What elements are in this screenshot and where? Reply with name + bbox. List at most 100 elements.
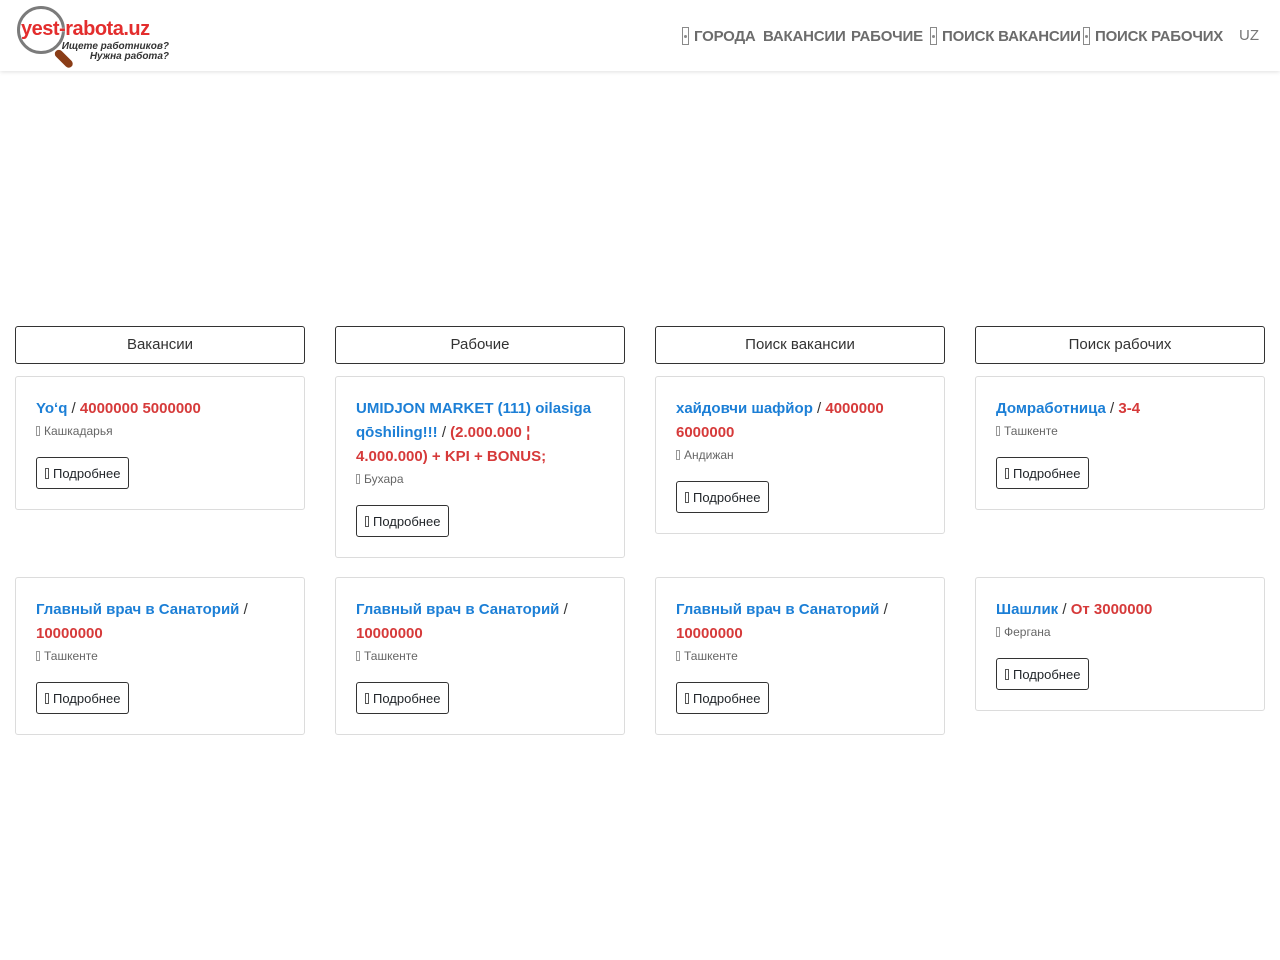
details-button-label: Подробнее [53, 690, 121, 706]
language-switch[interactable]: UZ [1239, 27, 1259, 44]
search-icon [1083, 27, 1090, 45]
listing-location: Ташкенте [996, 423, 1244, 439]
column-header-vacancies[interactable]: Вакансии [15, 326, 305, 364]
nav-cities[interactable]: Города [682, 27, 756, 45]
column-header-search-workers[interactable]: Поиск рабочих [975, 326, 1265, 364]
listing-title-link[interactable]: Главный врач в Санаторий [36, 601, 239, 618]
map-marker-icon [356, 651, 360, 661]
map-marker-icon [682, 27, 689, 45]
listing-card: UMIDJON MARKET (111) oilasiga qōshiling!… [335, 376, 625, 558]
details-button[interactable]: Подробнее [36, 682, 130, 714]
details-button[interactable]: Подробнее [356, 682, 450, 714]
column-search-workers: Поиск рабочих Домработница / 3-4 Ташкент… [975, 326, 1265, 711]
card-title: Главный врач в Санаторий / 10000000 [676, 598, 924, 646]
nav-search-workers[interactable]: Поиск рабочих [1083, 27, 1223, 45]
details-button-label: Подробнее [1013, 465, 1081, 481]
listing-title-link[interactable]: Yoʻq [36, 400, 67, 417]
listing-location: Ташкенте [676, 648, 924, 664]
map-marker-icon [36, 426, 40, 436]
location-label: Кашкадарья [44, 424, 113, 438]
map-marker-icon [996, 426, 1000, 436]
title-separator: / [879, 601, 888, 618]
card-title: хайдовчи шафйор / 4000000 6000000 [676, 397, 924, 445]
nav-search-vacancies[interactable]: Поиск вакансии [930, 27, 1081, 45]
listing-title-link[interactable]: Главный врач в Санаторий [676, 601, 879, 618]
column-header-search-vacancies[interactable]: Поиск вакансии [655, 326, 945, 364]
listing-location: Андижан [676, 447, 924, 463]
details-button[interactable]: Подробнее [996, 658, 1090, 690]
card-title: Главный врач в Санаторий / 10000000 [36, 598, 284, 646]
main-nav: Города Вакансии Рабочие Поиск вакансии П… [0, 0, 1280, 71]
details-button-label: Подробнее [53, 465, 121, 481]
details-button[interactable]: Подробнее [676, 481, 770, 513]
search-icon [930, 27, 937, 45]
details-button[interactable]: Подробнее [36, 457, 130, 489]
card-title: Шашлик / От 3000000 [996, 598, 1244, 622]
nav-vacancies-label: Вакансии [763, 27, 846, 45]
info-icon [685, 692, 689, 704]
listing-salary: 3-4 [1118, 400, 1141, 417]
nav-workers[interactable]: Рабочие [851, 27, 923, 45]
listing-card: хайдовчи шафйор / 4000000 6000000 Андижа… [655, 376, 945, 534]
listing-salary: 10000000 [356, 625, 423, 642]
info-icon [365, 692, 369, 704]
map-marker-icon [36, 651, 40, 661]
details-button[interactable]: Подробнее [356, 505, 450, 537]
info-icon [365, 515, 369, 527]
listing-salary: 10000000 [676, 625, 743, 642]
listing-title-link[interactable]: Главный врач в Санаторий [356, 601, 559, 618]
listing-card: Домработница / 3-4 Ташкенте Подробнее [975, 376, 1265, 510]
location-label: Ташкенте [1004, 424, 1058, 438]
column-vacancies: Вакансии Yoʻq / 4000000 5000000 Кашкадар… [15, 326, 305, 735]
card-title: UMIDJON MARKET (111) oilasiga qōshiling!… [356, 397, 604, 469]
nav-cities-label: Города [694, 27, 756, 45]
title-separator: / [1058, 601, 1071, 618]
nav-vacancies[interactable]: Вакансии [763, 27, 846, 45]
listing-card: Главный врач в Санаторий / 10000000 Ташк… [15, 577, 305, 735]
listing-title-link[interactable]: Шашлик [996, 601, 1058, 618]
listing-location: Кашкадарья [36, 423, 284, 439]
listing-location: Ташкенте [356, 648, 604, 664]
listing-salary: От 3000000 [1070, 601, 1153, 618]
listing-card: Yoʻq / 4000000 5000000 Кашкадарья Подроб… [15, 376, 305, 510]
info-icon [45, 467, 49, 479]
details-button-label: Подробнее [693, 489, 761, 505]
title-separator: / [67, 400, 80, 417]
listing-location: Фергана [996, 624, 1244, 640]
location-label: Ташкенте [44, 649, 98, 663]
nav-workers-label: Рабочие [851, 27, 923, 45]
column-workers: Рабочие UMIDJON MARKET (111) oilasiga qō… [335, 326, 625, 735]
card-title: Домработница / 3-4 [996, 397, 1244, 421]
location-label: Андижан [684, 448, 734, 462]
location-label: Фергана [1004, 625, 1051, 639]
details-button[interactable]: Подробнее [996, 457, 1090, 489]
info-icon [1005, 467, 1009, 479]
listing-title-link[interactable]: Домработница [996, 400, 1106, 417]
column-header-workers[interactable]: Рабочие [335, 326, 625, 364]
listing-card: Шашлик / От 3000000 Фергана Подробнее [975, 577, 1265, 711]
card-title: Главный врач в Санаторий / 10000000 [356, 598, 604, 646]
title-separator: / [1105, 400, 1119, 417]
details-button-label: Подробнее [1013, 666, 1081, 682]
title-separator: / [239, 601, 248, 618]
listing-title-link[interactable]: хайдовчи шафйор [676, 400, 813, 417]
info-icon [45, 692, 49, 704]
listing-card: Главный врач в Санаторий / 10000000 Ташк… [655, 577, 945, 735]
title-separator: / [812, 400, 826, 417]
listing-location: Бухара [356, 471, 604, 487]
map-marker-icon [676, 651, 680, 661]
card-title: Yoʻq / 4000000 5000000 [36, 397, 284, 421]
map-marker-icon [676, 450, 680, 460]
listing-card: Главный врач в Санаторий / 10000000 Ташк… [335, 577, 625, 735]
nav-search-vacancies-label: Поиск вакансии [942, 27, 1081, 45]
details-button[interactable]: Подробнее [676, 682, 770, 714]
location-label: Ташкенте [364, 649, 418, 663]
details-button-label: Подробнее [693, 690, 761, 706]
map-marker-icon [356, 474, 360, 484]
title-separator: / [559, 601, 568, 618]
nav-search-workers-label: Поиск рабочих [1095, 27, 1224, 45]
location-label: Бухара [364, 472, 404, 486]
info-icon [685, 491, 689, 503]
listing-salary: 10000000 [36, 625, 103, 642]
map-marker-icon [996, 627, 1000, 637]
